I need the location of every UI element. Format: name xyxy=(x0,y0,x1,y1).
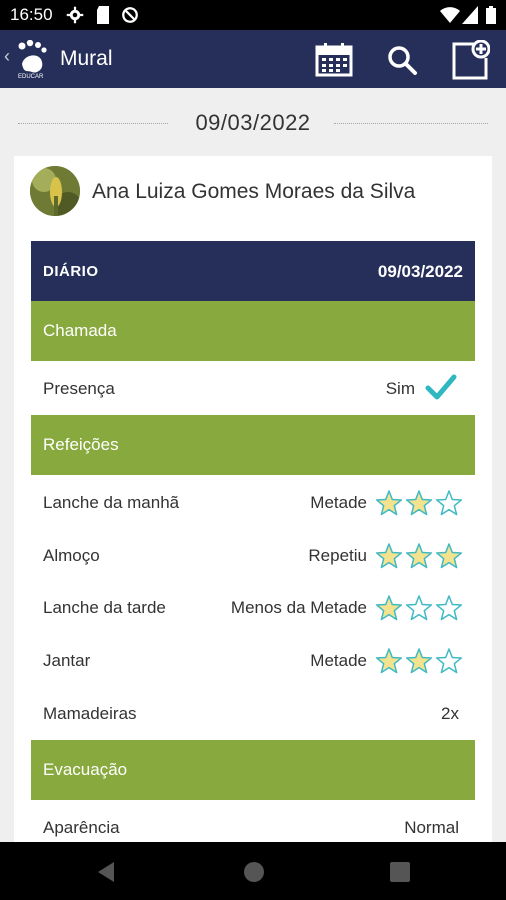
add-post-icon xyxy=(452,40,490,80)
appearance-value: Normal xyxy=(404,818,459,837)
check-icon xyxy=(425,374,457,400)
nav-recents-icon[interactable] xyxy=(390,862,410,882)
star-filled-icon xyxy=(435,543,463,569)
star-empty-icon xyxy=(435,648,463,674)
logo-text: EDUCAR xyxy=(18,74,44,80)
star-filled-icon xyxy=(405,648,433,674)
presence-row: Presença Sim xyxy=(43,374,463,404)
star-empty-icon xyxy=(405,595,433,621)
star-rating xyxy=(375,490,463,516)
logo: EDUCAR xyxy=(18,40,47,80)
section-chamada: Chamada xyxy=(31,301,475,361)
meal-row: Almoço Repetiu xyxy=(43,541,463,571)
status-bar: 16:50 xyxy=(0,0,506,30)
search-icon xyxy=(388,46,417,75)
section-evacuacao: Evacuação xyxy=(31,740,475,800)
star-filled-icon xyxy=(375,648,403,674)
appearance-row: Aparência Normal xyxy=(43,813,463,842)
meal-label: Lanche da manhã xyxy=(43,493,180,512)
section-title: Evacuação xyxy=(43,760,128,779)
settings-icon xyxy=(66,6,84,24)
calendar-icon xyxy=(315,43,353,77)
wifi-icon xyxy=(440,7,460,23)
search-button[interactable] xyxy=(382,40,422,80)
star-empty-icon xyxy=(435,490,463,516)
student-name: Ana Luiza Gomes Moraes da Silva xyxy=(92,180,416,203)
status-time: 16:50 xyxy=(10,5,53,24)
nav-back-icon[interactable] xyxy=(96,861,116,883)
star-rating xyxy=(375,543,463,569)
presence-label: Presença xyxy=(43,379,115,398)
bottles-value: 2x xyxy=(441,704,459,723)
diary-date: 09/03/2022 xyxy=(377,262,463,281)
avatar xyxy=(30,166,80,216)
bottles-label: Mamadeiras xyxy=(43,704,137,723)
star-filled-icon xyxy=(375,543,403,569)
star-rating xyxy=(375,595,463,621)
star-filled-icon xyxy=(375,595,403,621)
meal-value: Repetiu xyxy=(308,546,367,565)
nav-home-icon[interactable] xyxy=(243,861,265,883)
new-post-button[interactable] xyxy=(450,40,490,80)
feed-date: 09/03/2022 xyxy=(195,110,311,135)
bottles-row: Mamadeiras 2x xyxy=(43,699,463,729)
date-separator: 09/03/2022 xyxy=(18,108,488,138)
star-filled-icon xyxy=(405,490,433,516)
diary-label: DIÁRIO xyxy=(43,263,99,280)
meal-row: Lanche da tarde Menos da Metade xyxy=(43,593,463,623)
star-filled-icon xyxy=(375,490,403,516)
app-bar: ‹ EDUCAR Mural xyxy=(0,30,506,88)
meal-label: Jantar xyxy=(43,651,91,670)
meal-label: Almoço xyxy=(43,546,100,565)
diary-header: DIÁRIO 09/03/2022 xyxy=(31,241,475,301)
presence-value: Sim xyxy=(385,379,415,398)
feed[interactable]: 09/03/2022 Ana Luiza Gomes Moraes da Sil… xyxy=(0,88,506,842)
section-title: Chamada xyxy=(43,321,117,340)
cell-signal-icon xyxy=(462,6,478,24)
section-title: Refeições xyxy=(43,435,119,454)
battery-icon xyxy=(486,6,496,24)
meal-row: Lanche da manhã Metade xyxy=(43,488,463,518)
meal-value: Metade xyxy=(310,493,367,512)
data-saver-icon xyxy=(122,7,138,23)
star-empty-icon xyxy=(435,595,463,621)
meal-label: Lanche da tarde xyxy=(43,598,166,617)
meal-row: Jantar Metade xyxy=(43,646,463,676)
star-filled-icon xyxy=(405,543,433,569)
section-refeicoes: Refeições xyxy=(31,415,475,475)
calendar-button[interactable] xyxy=(314,40,354,80)
system-nav-bar xyxy=(0,842,506,900)
star-rating xyxy=(375,648,463,674)
sd-card-icon xyxy=(97,6,109,24)
diary-card: Ana Luiza Gomes Moraes da Silva DIÁRIO 0… xyxy=(14,156,492,842)
back-icon[interactable]: ‹ xyxy=(4,46,10,67)
meal-value: Metade xyxy=(310,651,367,670)
appearance-label: Aparência xyxy=(43,818,120,837)
page-title: Mural xyxy=(60,47,113,70)
meal-value: Menos da Metade xyxy=(230,598,367,617)
